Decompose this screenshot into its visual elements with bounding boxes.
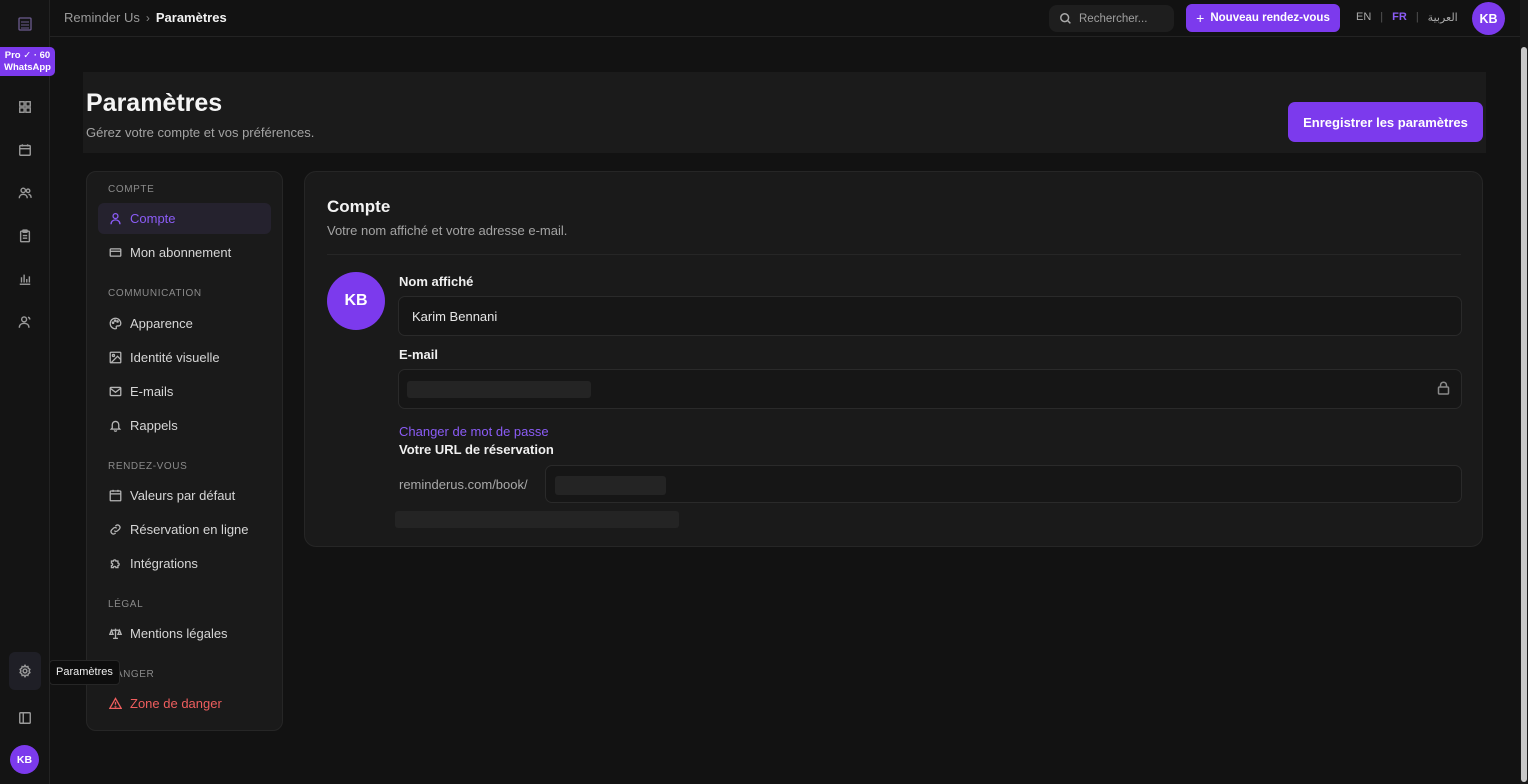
account-card: Compte Votre nom affiché et votre adress… — [304, 171, 1483, 547]
settings-button[interactable] — [9, 652, 41, 690]
new-appointment-label: Nouveau rendez-vous — [1210, 12, 1330, 24]
nav-item-integrations[interactable]: Intégrations — [98, 548, 271, 579]
settings-tooltip: Paramètres — [49, 660, 120, 685]
booking-url-input[interactable] — [545, 465, 1462, 503]
plus-icon: + — [1196, 10, 1205, 26]
nav-item-danger-zone[interactable]: Zone de danger — [98, 688, 271, 719]
search-icon — [1060, 13, 1071, 24]
scale-icon — [109, 628, 122, 640]
save-settings-button[interactable]: Enregistrer les paramètres — [1288, 102, 1483, 142]
booking-url-hint-redacted — [395, 511, 679, 528]
panel-toggle-icon[interactable] — [15, 708, 35, 728]
nav-item-defaults[interactable]: Valeurs par défaut — [98, 480, 271, 511]
plan-badge-line2: WhatsApp — [4, 62, 51, 73]
plan-badge[interactable]: Pro ✓ · 60 WhatsApp — [0, 47, 55, 76]
nav-item-emails[interactable]: E-mails — [98, 376, 271, 407]
breadcrumb-root[interactable]: Reminder Us — [64, 10, 140, 25]
breadcrumb-separator: › — [145, 10, 150, 25]
nav-item-label: E-mails — [130, 384, 174, 399]
language-switcher: EN | FR | العربية — [1356, 11, 1458, 24]
section-legal: LÉGAL — [108, 599, 144, 610]
nav-item-label: Réservation en ligne — [130, 522, 249, 537]
nav-item-label: Zone de danger — [130, 696, 222, 711]
calendar-icon[interactable] — [15, 140, 35, 160]
nav-item-label: Valeurs par défaut — [130, 488, 236, 503]
nav-item-account[interactable]: Compte — [98, 203, 271, 234]
nav-item-label: Mentions légales — [130, 626, 228, 641]
page-header: Paramètres Gérez votre compte et vos pré… — [83, 72, 1486, 153]
nav-item-label: Mon abonnement — [130, 245, 232, 260]
lang-ar[interactable]: العربية — [1428, 11, 1458, 24]
nav-item-reminders[interactable]: Rappels — [98, 410, 271, 441]
section-appointments: RENDEZ-VOUS — [108, 461, 188, 472]
nav-item-label: Identité visuelle — [130, 350, 220, 365]
warning-icon — [109, 697, 122, 710]
page-title: Paramètres — [86, 89, 223, 117]
palette-icon — [109, 317, 122, 330]
bell-icon — [109, 420, 122, 432]
settings-nav: COMPTE Compte Mon abonnement COMMUNICATI… — [86, 171, 283, 731]
clipboard-icon[interactable] — [15, 226, 35, 246]
plan-badge-line1: Pro ✓ · 60 — [4, 50, 51, 61]
page-subtitle: Gérez votre compte et vos préférences. — [86, 125, 315, 140]
email-label: E-mail — [399, 347, 439, 362]
settings-icon — [19, 664, 31, 678]
nav-item-online-booking[interactable]: Réservation en ligne — [98, 514, 271, 545]
image-icon — [109, 351, 122, 364]
users-icon[interactable] — [15, 183, 35, 203]
booking-url-prefix: reminderus.com/book/ — [399, 477, 528, 492]
dashboard-icon[interactable] — [15, 97, 35, 117]
booking-url-label: Votre URL de réservation — [399, 442, 554, 457]
nav-item-label: Rappels — [130, 418, 178, 433]
user-icon[interactable] — [15, 312, 35, 332]
puzzle-icon — [110, 559, 120, 569]
nav-item-label: Apparence — [130, 316, 193, 331]
change-password-link[interactable]: Changer de mot de passe — [399, 424, 549, 439]
breadcrumb: Reminder Us › Paramètres — [64, 10, 227, 25]
page-scrollbar[interactable] — [1520, 0, 1528, 784]
section-communication: COMMUNICATION — [108, 288, 202, 299]
booking-slug-redacted — [555, 476, 666, 495]
lang-fr[interactable]: FR — [1392, 11, 1407, 24]
nav-item-branding[interactable]: Identité visuelle — [98, 342, 271, 373]
user-avatar[interactable]: KB — [1472, 2, 1505, 35]
lang-en[interactable]: EN — [1356, 11, 1371, 24]
lang-separator: | — [1380, 11, 1384, 23]
bar-chart-icon[interactable] — [15, 269, 35, 289]
lang-separator: | — [1415, 11, 1419, 23]
card-title: Compte — [327, 197, 391, 216]
profile-avatar[interactable]: KB — [327, 272, 385, 330]
new-appointment-button[interactable]: + Nouveau rendez-vous — [1186, 4, 1340, 32]
credit-card-icon — [109, 248, 122, 257]
user-icon — [110, 212, 121, 225]
card-subtitle: Votre nom affiché et votre adresse e-mai… — [327, 223, 568, 238]
display-name-input[interactable] — [398, 296, 1462, 336]
nav-item-label: Intégrations — [130, 556, 198, 571]
nav-item-label: Compte — [130, 211, 176, 226]
lock-icon — [1437, 381, 1450, 395]
email-value-redacted — [407, 381, 591, 398]
app-logo-icon[interactable] — [18, 16, 32, 32]
display-name-label: Nom affiché — [399, 274, 474, 289]
divider — [327, 254, 1461, 255]
section-account: COMPTE — [108, 184, 155, 195]
mail-icon — [109, 386, 122, 397]
breadcrumb-current: Paramètres — [155, 10, 227, 25]
scrollbar-thumb[interactable] — [1521, 47, 1527, 782]
search-box[interactable] — [1049, 5, 1174, 32]
left-rail: Pro ✓ · 60 WhatsApp KB — [0, 0, 55, 784]
search-input[interactable] — [1079, 12, 1169, 25]
nav-item-legal-notice[interactable]: Mentions légales — [98, 618, 271, 649]
calendar-icon — [109, 489, 122, 502]
topbar: Reminder Us › Paramètres + Nouveau rende… — [50, 0, 1520, 37]
link-icon — [110, 524, 121, 535]
rail-avatar[interactable]: KB — [10, 745, 39, 774]
nav-item-appearance[interactable]: Apparence — [98, 308, 271, 339]
nav-item-subscription[interactable]: Mon abonnement — [98, 237, 271, 268]
